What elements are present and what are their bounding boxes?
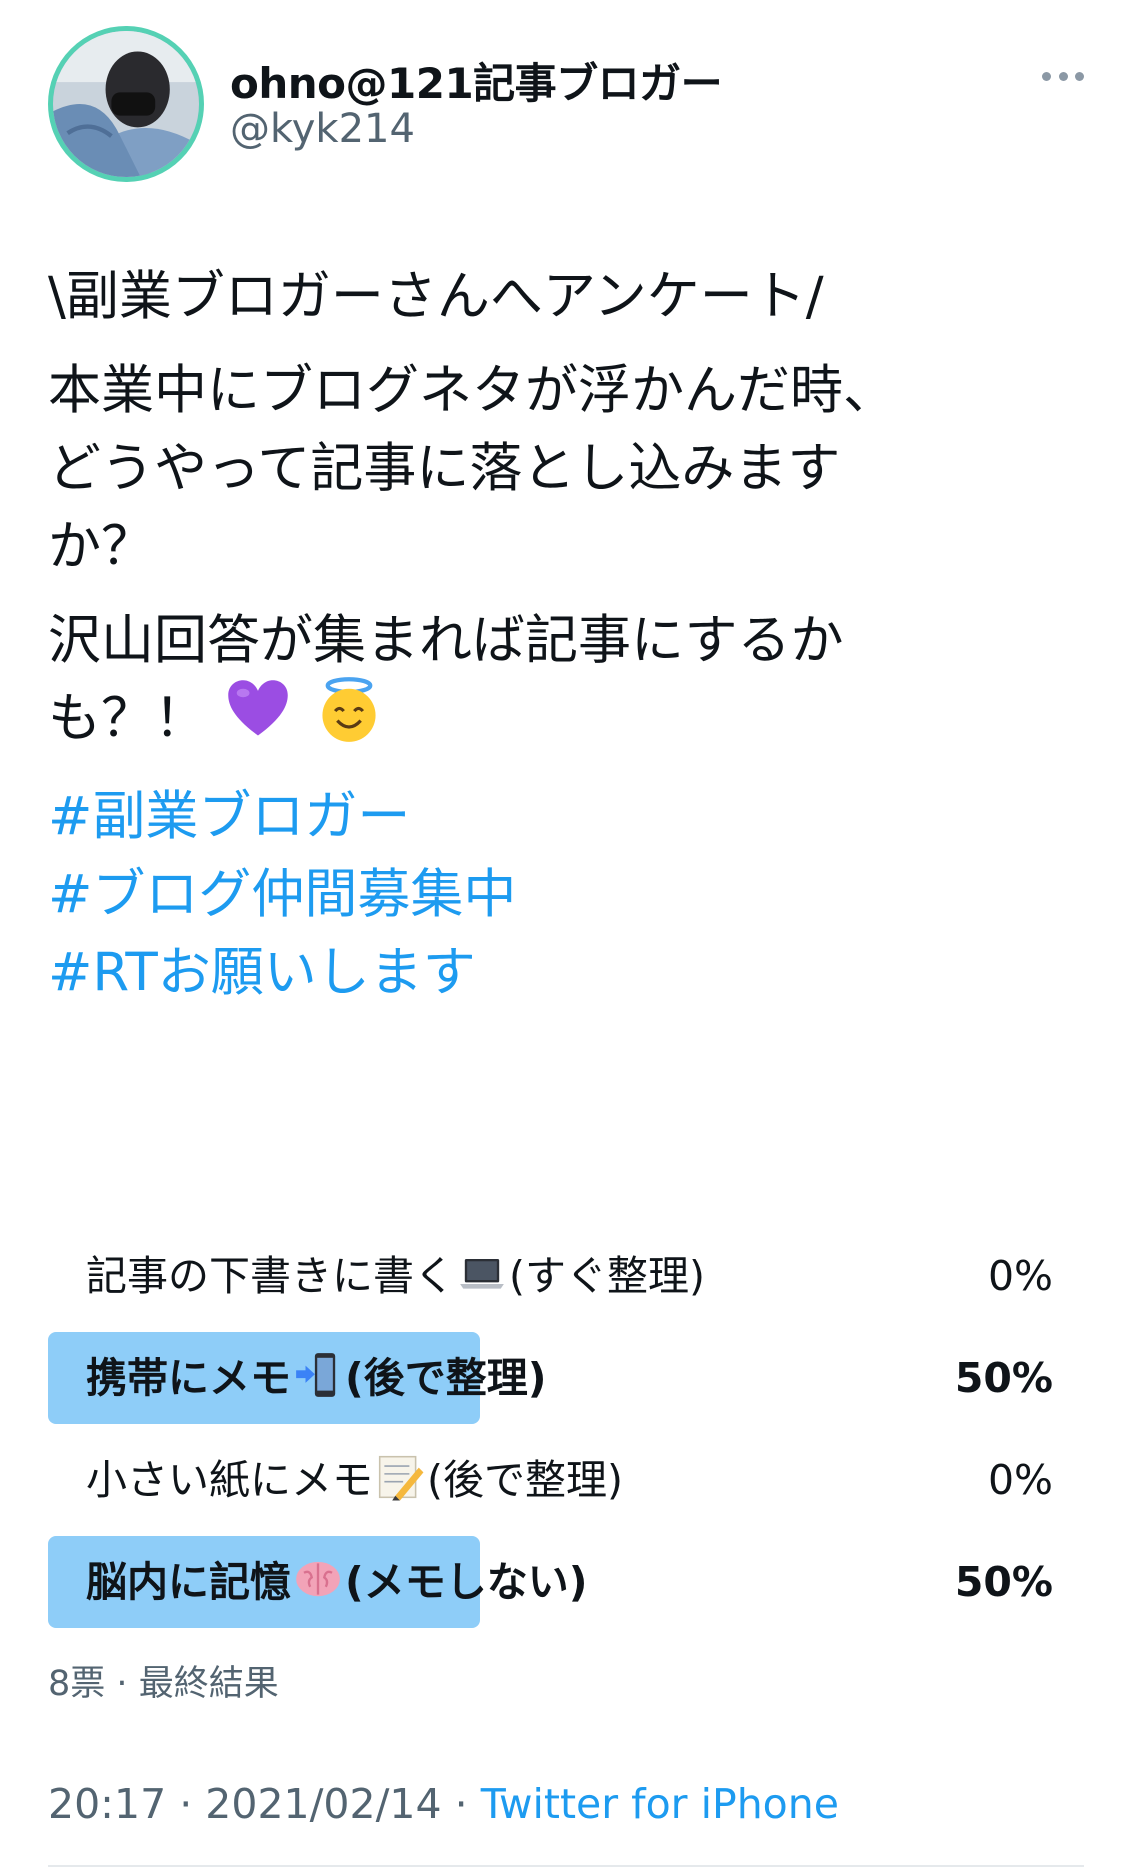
more-dot-icon bbox=[1075, 71, 1084, 81]
poll-summary: 8票 · 最終結果 bbox=[48, 1664, 279, 1704]
poll-option-label: 記事の下書きに書く (すぐ整理) bbox=[86, 1230, 705, 1322]
smiling-face-with-halo-icon bbox=[322, 677, 376, 742]
poll-option-percent: 50% bbox=[954, 1558, 1053, 1606]
user-display-name[interactable]: ohno@121記事ブロガー bbox=[230, 50, 723, 111]
tweet-text: \副業ブロガーさんへアンケート/ 本業中にブログネタが浮かんだ時、 どうやって記… bbox=[48, 250, 1078, 1020]
laptop-icon bbox=[460, 1258, 504, 1289]
more-dot-icon bbox=[1042, 71, 1051, 81]
poll-option-label: 脳内に記憶 (メモしない) bbox=[86, 1536, 587, 1628]
poll-option-label: 小さい紙にメモ (後で整理) bbox=[86, 1434, 623, 1526]
hashtag-link[interactable]: #RTお願いします bbox=[48, 926, 1078, 1020]
tweet-source-link[interactable]: Twitter for iPhone bbox=[481, 1780, 839, 1828]
poll-option-percent: 50% bbox=[954, 1354, 1053, 1402]
poll-option[interactable]: 記事の下書きに書く (すぐ整理) 0% bbox=[48, 1230, 1053, 1322]
tweet-detail: ohno@121記事ブロガー @kyk214 \副業ブロガーさんへアンケート/ … bbox=[0, 0, 1125, 1871]
poll-option-label: 携帯にメモ (後で整理) bbox=[86, 1332, 546, 1424]
tweet-date[interactable]: 2021/02/14 bbox=[205, 1780, 441, 1828]
brain-icon bbox=[296, 1561, 340, 1597]
divider bbox=[48, 1865, 1084, 1867]
poll-option[interactable]: 携帯にメモ (後で整理) 50% bbox=[48, 1332, 1053, 1424]
user-handle[interactable]: @kyk214 bbox=[230, 106, 415, 152]
poll-option[interactable]: 小さい紙にメモ (後で整理) 0% bbox=[48, 1434, 1053, 1526]
memo-pencil-icon bbox=[378, 1455, 424, 1501]
more-dot-icon bbox=[1058, 71, 1068, 81]
more-options-button[interactable] bbox=[1036, 56, 1090, 96]
poll-status: 最終結果 bbox=[138, 1664, 279, 1704]
tweet-time[interactable]: 20:17 bbox=[48, 1780, 166, 1828]
tweet-timestamp-line: 20:17 · 2021/02/14 · Twitter for iPhone bbox=[48, 1780, 839, 1828]
avatar[interactable] bbox=[48, 26, 204, 182]
poll-option[interactable]: 脳内に記憶 (メモしない) 50% bbox=[48, 1536, 1053, 1628]
poll-vote-count: 8票 bbox=[48, 1664, 106, 1704]
purple-heart-icon bbox=[228, 680, 288, 736]
poll: 記事の下書きに書く (すぐ整理) 0% 携帯にメモ (後で整理) 50% 小さい… bbox=[48, 1230, 1053, 1638]
tweet-line: も？！ bbox=[48, 688, 207, 749]
tweet-line: \副業ブロガーさんへアンケート/ bbox=[48, 266, 824, 327]
poll-option-percent: 0% bbox=[987, 1252, 1053, 1300]
avatar-photo bbox=[53, 31, 199, 177]
mobile-phone-arrow-icon bbox=[296, 1353, 336, 1397]
poll-option-percent: 0% bbox=[987, 1456, 1053, 1504]
